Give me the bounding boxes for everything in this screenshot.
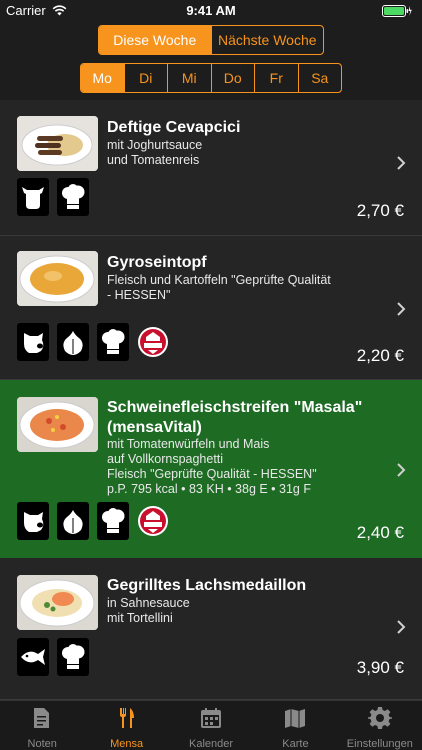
pig-icon (17, 502, 49, 540)
day-tab-thursday[interactable]: Do (210, 64, 255, 92)
meal-title: Deftige Cevapcici (107, 119, 241, 136)
day-tab-saturday[interactable]: Sa (297, 64, 342, 92)
fork-knife-icon (115, 706, 139, 735)
meal-description-line: in Sahnesauce (107, 596, 190, 610)
tab-einstellungen[interactable]: Einstellungen (338, 701, 422, 750)
meal-row[interactable]: Schweinefleischstreifen "Masala" (mensaV… (0, 380, 422, 558)
tab-label: Mensa (110, 738, 144, 750)
meal-icons (17, 178, 89, 216)
meal-list: Deftige Cevapcici mit Joghurtsauce und T… (0, 100, 422, 700)
meal-description: mit Joghurtsauce und Tomatenreis (107, 138, 402, 168)
day-tab-friday[interactable]: Fr (254, 64, 298, 92)
pig-icon (17, 323, 49, 361)
chef-hat-icon (57, 178, 89, 216)
tab-label: Kalender (188, 738, 234, 750)
chef-hat-icon (97, 502, 129, 540)
chevron-right-icon (396, 300, 406, 323)
day-tab-tuesday[interactable]: Di (123, 64, 168, 92)
meal-description-line: mit Tomatenwürfeln und Mais (107, 437, 270, 451)
meal-title: Schweinefleischstreifen "Masala" (mensaV… (107, 399, 363, 436)
meal-price: 2,40 € (356, 523, 404, 542)
tab-karte[interactable]: Karte (253, 701, 337, 750)
cow-icon (17, 178, 49, 216)
meal-image (17, 116, 98, 171)
tab-kalender[interactable]: Kalender (169, 701, 253, 750)
day-tab-monday[interactable]: Mo (81, 64, 124, 92)
tab-label: Einstellungen (346, 738, 413, 750)
quality-seal-icon (137, 502, 169, 540)
meal-description-line: auf Vollkornspaghetti (107, 452, 224, 466)
meal-row[interactable]: Gyroseintopf Fleisch und Kartoffeln "Gep… (0, 236, 422, 380)
meal-icons (17, 638, 89, 676)
chef-hat-icon (57, 638, 89, 676)
meal-icons (17, 502, 169, 540)
tab-label: Karte (282, 738, 309, 750)
day-tab-wednesday[interactable]: Mi (167, 64, 211, 92)
tab-next-week[interactable]: Nächste Woche (210, 26, 324, 54)
garlic-icon (57, 323, 89, 361)
status-bar: Carrier 9:41 AM (0, 0, 422, 22)
meal-title: Gyroseintopf (107, 254, 207, 271)
meal-description-line: p.P. 795 kcal • 83 KH • 38g E • 31g F (107, 482, 311, 496)
map-icon (283, 706, 307, 735)
meal-description-line: Fleisch "Geprüfte Qualität - HESSEN" (107, 467, 317, 481)
meal-image (17, 397, 98, 452)
meal-row[interactable]: Gegrilltes Lachsmedaillon in Sahnesauce … (0, 558, 422, 700)
calendar-icon (199, 706, 223, 735)
chevron-right-icon (396, 618, 406, 641)
meal-description: mit Tomatenwürfeln und Mais auf Vollkorn… (107, 437, 402, 497)
meal-price: 2,20 € (356, 346, 404, 365)
week-selector: Diese Woche Nächste Woche (98, 25, 324, 55)
chevron-right-icon (396, 461, 406, 484)
meal-description: Fleisch und Kartoffeln "Geprüfte Qualitä… (107, 273, 402, 303)
meal-description-line: mit Joghurtsauce (107, 138, 203, 152)
tab-this-week[interactable]: Diese Woche (99, 26, 211, 54)
meal-price: 2,70 € (356, 201, 404, 220)
meal-image (17, 575, 98, 630)
meal-description-line: - HESSEN" (107, 288, 171, 302)
tab-bar: Noten Mensa Kalender Karte Einstellungen (0, 700, 422, 750)
day-selector: Mo Di Mi Do Fr Sa (80, 63, 342, 93)
fish-icon (17, 638, 49, 676)
meal-description-line: mit Tortellini (107, 611, 173, 625)
tab-mensa[interactable]: Mensa (84, 701, 168, 750)
meal-row[interactable]: Deftige Cevapcici mit Joghurtsauce und T… (0, 100, 422, 236)
clock: 9:41 AM (186, 3, 236, 18)
garlic-icon (57, 502, 89, 540)
battery-icon (382, 5, 412, 20)
meal-description-line: Fleisch und Kartoffeln "Geprüfte Qualitä… (107, 273, 331, 287)
meal-icons (17, 323, 169, 361)
document-icon (30, 706, 54, 735)
chevron-right-icon (396, 154, 406, 177)
meal-price: 3,90 € (356, 658, 404, 677)
meal-description-line: und Tomatenreis (107, 153, 200, 167)
tab-label: Noten (27, 738, 57, 750)
tab-noten[interactable]: Noten (0, 701, 84, 750)
meal-title: Gegrilltes Lachsmedaillon (107, 577, 307, 594)
meal-image (17, 251, 98, 306)
gear-icon (367, 706, 392, 735)
header: Diese Woche Nächste Woche Mo Di Mi Do Fr… (0, 22, 422, 100)
meal-description: in Sahnesauce mit Tortellini (107, 596, 402, 626)
quality-seal-icon (137, 323, 169, 361)
chef-hat-icon (97, 323, 129, 361)
